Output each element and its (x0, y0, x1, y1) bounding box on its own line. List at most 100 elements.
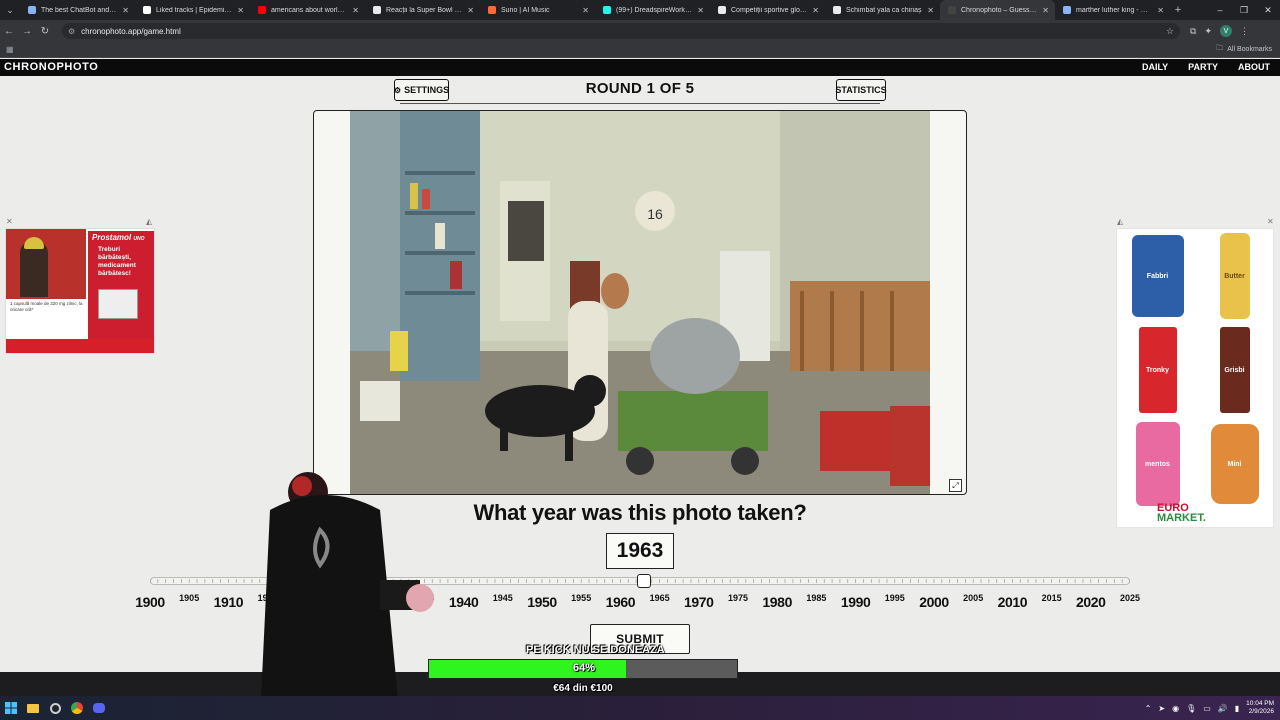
year-label: 2000 (919, 594, 949, 610)
browser-tab[interactable]: Reacții la Super Bowl pe Kick ✕ (365, 0, 480, 20)
browser-tab[interactable]: (99+) DreadspireWorks (@dre ✕ (595, 0, 710, 20)
taskbar-clock[interactable]: 10:04 PM 2/9/2026 (1246, 700, 1274, 716)
site-logo[interactable]: CHRONOPHOTO (4, 61, 98, 73)
clock-time: 10:04 PM (1246, 700, 1274, 707)
year-label: 1965 (649, 593, 670, 603)
address-bar[interactable]: ⚙ chronophoto.app/game.html ☆ (62, 23, 1180, 39)
reload-icon[interactable]: ↻ (36, 20, 54, 42)
menu-icon[interactable]: ⋮ (1240, 26, 1249, 37)
browser-tab[interactable]: americans about world cup a ✕ (250, 0, 365, 20)
product-label: Butter (1219, 233, 1250, 319)
tray-chevron-icon[interactable]: ⌃ (1145, 704, 1152, 713)
folder-icon: 🗀 (1216, 45, 1224, 52)
tab-close-icon[interactable]: ✕ (467, 6, 474, 15)
tab-title: The best ChatBot and Widge (41, 6, 118, 14)
browser-tab[interactable]: The best ChatBot and Widge ✕ (20, 0, 135, 20)
browser-tab[interactable]: Schimbat yala ca chiriaș ✕ (825, 0, 940, 20)
tab-title: (99+) DreadspireWorks (@dre (616, 6, 692, 14)
maximize-icon[interactable]: ❐ (1232, 0, 1256, 20)
tab-close-icon[interactable]: ✕ (1157, 6, 1164, 15)
ad-product-butter: Butter (1198, 231, 1271, 321)
browser-tab[interactable]: marther luther king - Google ✕ (1055, 0, 1170, 20)
tab-close-icon[interactable]: ✕ (582, 6, 589, 15)
tab-close-icon[interactable]: ✕ (697, 6, 704, 15)
tab-favicon-icon (948, 6, 956, 14)
ad-close-icon[interactable]: ✕ (6, 217, 13, 226)
ad-banner-left[interactable]: Prostamol UNO Treburi bărbătești, medica… (5, 228, 155, 354)
tray-app-icon[interactable]: ◉ (1172, 704, 1179, 713)
tab-close-icon[interactable]: ✕ (1042, 6, 1049, 15)
site-info-icon[interactable]: ⚙ (68, 27, 75, 36)
bookmark-star-icon[interactable]: ☆ (1166, 26, 1174, 37)
photo-frame: 16 ⤢ (313, 110, 967, 495)
windows-start-icon[interactable] (0, 696, 22, 720)
apps-icon[interactable]: ▦ (6, 45, 14, 54)
close-window-icon[interactable]: ✕ (1256, 0, 1280, 20)
header-divider (400, 103, 880, 104)
product-label: Grisbi (1219, 327, 1250, 413)
browser-tab[interactable]: Suno | AI Music ✕ (480, 0, 595, 20)
year-label: 2025 (1119, 593, 1141, 603)
file-explorer-icon[interactable] (22, 696, 44, 720)
year-label: 1955 (571, 593, 592, 603)
back-icon[interactable]: ← (0, 20, 18, 42)
forward-icon[interactable]: → (18, 20, 36, 42)
ad-product-tronky: Tronky (1121, 325, 1194, 415)
tab-close-icon[interactable]: ✕ (812, 6, 819, 15)
tab-favicon-icon (143, 6, 151, 14)
profile-avatar[interactable]: V (1219, 25, 1232, 37)
tab-favicon-icon (28, 6, 36, 14)
ad-choices-icon[interactable]: ◭ (146, 217, 152, 226)
toolbar-actions: ⧉ ✦ V ⋮ (1190, 25, 1249, 37)
year-label: 1960 (605, 594, 636, 610)
battery-icon[interactable]: ▮ (1235, 704, 1239, 713)
tab-title: marther luther king - Google (1076, 6, 1152, 14)
year-label: 1975 (727, 593, 749, 603)
ad-close-icon-right[interactable]: ✕ (1267, 217, 1274, 226)
nav-about[interactable]: ABOUT (1238, 62, 1270, 72)
game-photo[interactable]: 16 (350, 111, 930, 494)
statistics-button[interactable]: STATISTICS (835, 79, 887, 101)
ai-icon[interactable]: ✦ (1204, 26, 1212, 37)
settings-label: SETTINGS (404, 85, 450, 95)
network-icon[interactable]: ▭ (1203, 704, 1211, 713)
all-bookmarks-button[interactable]: 🗀 All Bookmarks (1216, 44, 1272, 55)
browser-tab[interactable]: Competiții sportive globale ✕ (710, 0, 825, 20)
site-nav: DAILY PARTY ABOUT (1142, 62, 1270, 72)
euromarket-logo: EURO MARKET. (1157, 503, 1206, 524)
tab-search-icon[interactable]: ⌄ (0, 0, 20, 20)
tray-telegram-icon[interactable]: ➤ (1158, 704, 1165, 713)
year-labels: 1900191019201930194019501960197019801990… (0, 590, 1280, 614)
minimize-icon[interactable]: – (1208, 0, 1232, 20)
question-text: What year was this photo taken? (473, 500, 807, 525)
microphone-icon[interactable]: 🎙 (1186, 704, 1196, 713)
tab-close-icon[interactable]: ✕ (927, 6, 934, 15)
clock-date: 2/9/2026 (1248, 708, 1274, 715)
volume-icon[interactable]: 🔊 (1218, 704, 1228, 713)
chrome-icon[interactable] (66, 696, 88, 720)
ad-headline: Treburi bărbătești, medicament bărbătesc… (98, 246, 136, 277)
ad-product-mini: Mini (1198, 419, 1271, 509)
ad-body-text: 1 capsulă moale de 320 mg zilnic, la ori… (10, 301, 83, 312)
new-tab-icon[interactable]: + (1170, 4, 1186, 16)
year-slider-thumb[interactable] (636, 574, 651, 588)
ad-banner-right[interactable]: Fabbri Butter Tronky Grisbi mentos Mini … (1116, 228, 1274, 528)
tab-title: Schimbat yala ca chiriaș (846, 6, 922, 14)
obs-icon[interactable] (44, 696, 66, 720)
year-label: 1985 (806, 593, 827, 603)
browser-tab[interactable]: Liked tracks | Epidemic Sound ✕ (135, 0, 250, 20)
nav-daily[interactable]: DAILY (1142, 62, 1168, 72)
ad-choices-icon-right[interactable]: ◭ (1117, 217, 1123, 226)
discord-icon[interactable] (88, 696, 110, 720)
browser-tab[interactable]: Chronophoto – Guess the Yea ✕ (940, 0, 1055, 20)
settings-button[interactable]: ⚙ SETTINGS (394, 79, 449, 101)
tab-close-icon[interactable]: ✕ (122, 6, 129, 15)
extensions-icon[interactable]: ⧉ (1190, 26, 1196, 37)
donation-percent: 64% (572, 662, 596, 674)
fullscreen-icon[interactable]: ⤢ (949, 479, 962, 492)
nav-party[interactable]: PARTY (1188, 62, 1218, 72)
tab-close-icon[interactable]: ✕ (237, 6, 244, 15)
ad-pack-image (98, 289, 138, 319)
tab-close-icon[interactable]: ✕ (352, 6, 359, 15)
tab-favicon-icon (373, 6, 381, 14)
